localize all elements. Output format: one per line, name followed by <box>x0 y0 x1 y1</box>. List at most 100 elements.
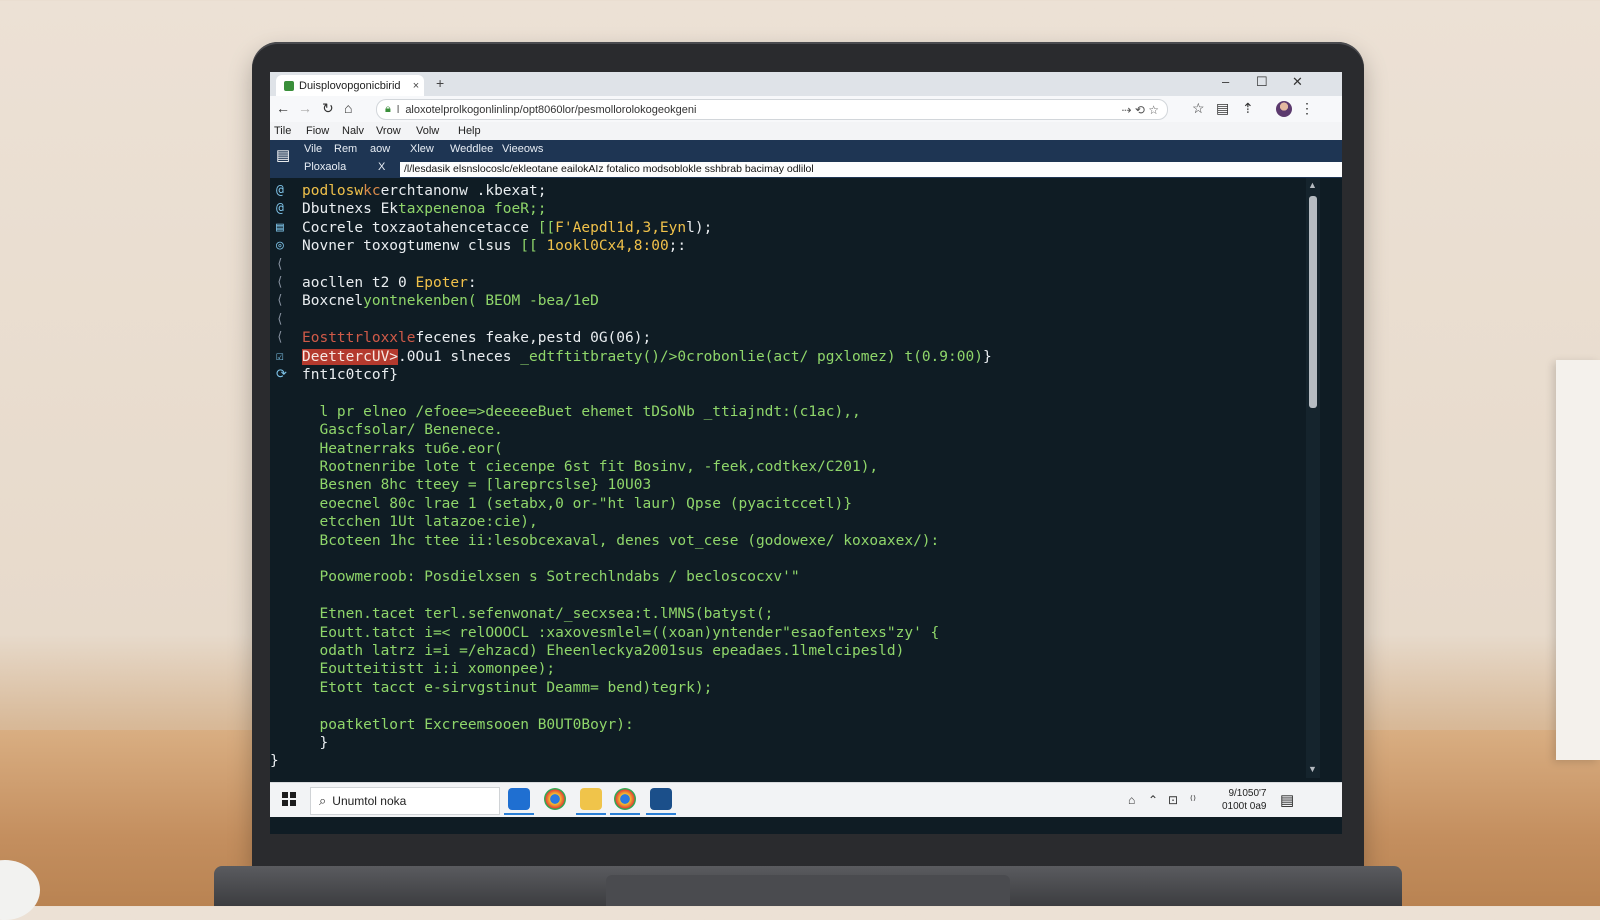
gutter-marker[interactable]: ☑ <box>276 348 284 366</box>
code-token: F'Aepdl1d,3,Eyn <box>555 219 687 236</box>
tray-network-icon[interactable]: ⊡ <box>1168 793 1178 807</box>
editor-tab-close-button[interactable]: X <box>378 161 385 173</box>
scroll-up-icon[interactable]: ▲ <box>1308 180 1317 190</box>
reload-button[interactable]: ↻ <box>322 100 334 117</box>
scroll-down-icon[interactable]: ▼ <box>1308 764 1317 774</box>
code-line[interactable]: DeettercUV>.0Ou1 slneces _edtftitbraety(… <box>302 348 992 366</box>
gutter-marker[interactable]: ◎ <box>276 237 284 255</box>
forward-button[interactable]: → <box>298 100 312 116</box>
code-line[interactable]: fnt1c0tcof} <box>302 366 398 384</box>
editor-menu-weddlee[interactable]: Weddlee <box>450 143 493 155</box>
browser-tab[interactable]: Duisplovopgonicbirid × <box>276 75 424 96</box>
code-line[interactable]: Etnen.tacet terl.sefenwonat/_secxsea:t.l… <box>302 605 773 623</box>
scrollbar-thumb[interactable] <box>1309 196 1317 408</box>
code-line[interactable]: etcchen 1Ut latazoe:cie), <box>302 513 537 531</box>
menu-item-help[interactable]: Help <box>458 125 481 137</box>
gutter-marker[interactable]: ⟨ <box>276 256 284 274</box>
code-line[interactable]: podloswkcerchtanonw .kbexat; <box>302 182 546 200</box>
code-token: Gascfsolar/ Benenece. <box>302 422 503 439</box>
code-line[interactable]: } <box>270 752 279 770</box>
bookmark-star-icon[interactable]: ⇢ ⟲ ☆ <box>1121 103 1159 117</box>
tray-home-icon[interactable]: ⌂ <box>1128 793 1135 807</box>
taskbar-app-editor-icon[interactable] <box>504 788 534 815</box>
code-line[interactable]: } <box>302 734 328 752</box>
code-line[interactable]: l pr elneo /efoee=>deeeeeBuet ehemet tDS… <box>302 403 860 421</box>
editor-tab-label[interactable]: Ploxaola <box>304 161 346 173</box>
editor-menu-windows[interactable]: Vieeows <box>502 143 543 155</box>
code-line[interactable]: Boxcnelyontnekenben( BEOM -bea/1eD <box>302 292 599 310</box>
code-line[interactable]: Cocrele toxzaotahencetacce [[F'Aepdl1d,3… <box>302 219 712 237</box>
taskbar-clock[interactable]: 9/1050'7 0100t 0a9 <box>1222 787 1267 813</box>
taskbar-app-icon[interactable] <box>646 788 676 815</box>
code-line[interactable]: Eostttrloxxlefecenes feake,pestd 0G(06); <box>302 329 651 347</box>
code-line[interactable]: Bcoteen 1hc ttee ii:lesobcexaval, denes … <box>302 532 939 550</box>
address-toolbar: ← → ↻ ⌂ 🔒︎ l aloxotelprolkogonlinlinp/op… <box>270 96 1342 123</box>
minimize-button[interactable]: – <box>1222 74 1229 89</box>
profile-avatar[interactable] <box>1276 101 1292 117</box>
taskbar-search[interactable]: ⌕ Unumtol noka <box>310 787 500 815</box>
gutter-marker[interactable]: ⟨ <box>276 292 284 310</box>
code-token: yontnekenben( <box>363 293 486 310</box>
code-line[interactable]: Besnen 8hc tteey = [lareprcslse} 10U03 <box>302 476 651 494</box>
tab-close-button[interactable]: × <box>408 80 424 92</box>
code-line[interactable]: Novner toxogtumenw clsus [[ 1ookl0Cx4,8:… <box>302 237 686 255</box>
code-token: poatketlort Excreemsooen B0UT0Boyr): <box>302 716 634 733</box>
code-line[interactable]: Eoutteitistt i:i xomonpee); <box>302 660 555 678</box>
gutter-marker[interactable]: ⟳ <box>276 366 287 384</box>
code-line[interactable]: Etott tacct e-sirvgstinut Deamm= bend)te… <box>302 679 712 697</box>
editor-menu-file[interactable]: Vile <box>304 143 322 155</box>
code-token: Boxcnel <box>302 293 364 310</box>
menu-item-nav[interactable]: Nalv <box>342 125 364 137</box>
home-button[interactable]: ⌂ <box>344 100 352 116</box>
menu-item-flow[interactable]: Fiow <box>306 125 329 137</box>
code-line[interactable]: Rootnenribe lote t ciecenpe 6st fit Bosi… <box>302 458 878 476</box>
menu-kebab-icon[interactable]: ⋮ <box>1300 100 1314 117</box>
editor-menu-rem[interactable]: Rem <box>334 143 357 155</box>
gutter-marker[interactable]: ⟨ <box>276 311 284 329</box>
code-editor[interactable]: @ podloswkcerchtanonw .kbexat; @ Dbutnexs E… <box>270 178 1306 778</box>
code-line[interactable]: Eoutt.tatct i=< relOOOCL :xaxovesmlel=((… <box>302 624 939 642</box>
gutter-marker[interactable]: ▤ <box>276 219 284 237</box>
code-line[interactable]: aocllen t2 0 Epoter: <box>302 274 477 292</box>
code-token: podlosw <box>302 183 364 199</box>
gutter-marker[interactable]: ⟨ <box>276 329 284 347</box>
code-token: ;: <box>668 238 687 255</box>
code-line[interactable]: Dbutnexs Ektaxpenenoa foeR;; <box>302 200 546 218</box>
editor-menu-aow[interactable]: aow <box>370 143 390 155</box>
menu-item-file[interactable]: Tile <box>274 125 291 137</box>
taskbar-folder-icon[interactable] <box>576 788 606 815</box>
code-line[interactable]: Heatnerraks tu6e.eor( <box>302 440 503 458</box>
new-tab-button[interactable]: + <box>436 75 444 91</box>
menu-item-volw[interactable]: Volw <box>416 125 439 137</box>
back-button[interactable]: ← <box>276 100 290 116</box>
notification-icon[interactable]: ▤ <box>1280 791 1294 809</box>
taskbar-chrome-icon[interactable] <box>544 788 566 810</box>
menu-item-view[interactable]: Vrow <box>376 125 401 137</box>
code-line[interactable]: eoecnel 80c lrae 1 (setabx,0 or-"ht laur… <box>302 495 852 513</box>
code-token: kc <box>363 183 381 199</box>
favicon-icon <box>284 80 294 91</box>
tray-volume-icon[interactable]: ⁽⁾ <box>1190 793 1196 807</box>
editor-menu-view[interactable]: Xlew <box>410 143 434 155</box>
taskbar-chrome-icon-2[interactable] <box>610 788 640 815</box>
editor-scrollbar[interactable]: ▲ ▼ <box>1306 178 1320 778</box>
code-token: aocllen t2 0 <box>302 275 416 291</box>
code-line[interactable]: Gascfsolar/ Benenece. <box>302 421 503 439</box>
start-button[interactable] <box>282 792 296 806</box>
code-line[interactable]: Poowmeroob: Posdielxsen s Sotrechlndabs … <box>302 568 799 586</box>
reading-list-icon[interactable]: ▤ <box>1216 100 1229 117</box>
url-bar[interactable]: 🔒︎ l aloxotelprolkogonlinlinp/opt8060lor… <box>376 99 1168 120</box>
gutter-marker[interactable]: @ <box>276 200 284 218</box>
url-text: aloxotelprolkogonlinlinp/opt8060lor/pesm… <box>405 103 697 116</box>
code-line[interactable]: poatketlort Excreemsooen B0UT0Boyr): <box>302 716 634 734</box>
bookmarks-icon[interactable]: ☆ <box>1192 100 1205 117</box>
close-window-button[interactable]: ✕ <box>1292 74 1303 90</box>
code-token: Heatnerraks tu6e.eor( <box>302 440 503 457</box>
tray-chevron-icon[interactable]: ⌃ <box>1148 793 1158 807</box>
gutter-marker[interactable]: @ <box>276 182 284 200</box>
code-token: fecenes feake,pestd 0G(06); <box>415 330 652 347</box>
code-line[interactable]: odath latrz i=i =/ehzacd) Eheenleckya200… <box>302 642 904 660</box>
extensions-icon[interactable]: ⇡ <box>1242 100 1254 117</box>
maximize-button[interactable]: ☐ <box>1256 74 1268 90</box>
gutter-marker[interactable]: ⟨ <box>276 274 284 292</box>
